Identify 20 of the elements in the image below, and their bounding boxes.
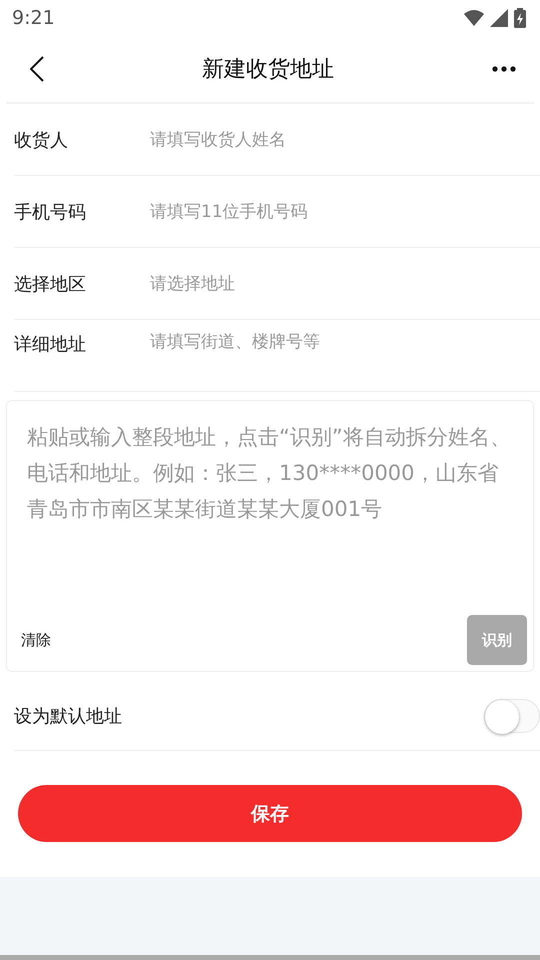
clear-button[interactable]: 清除	[21, 630, 51, 650]
input-field[interactable]: 请选择地址	[150, 274, 540, 294]
input-field[interactable]: 请填写街道、楼牌号等	[150, 332, 540, 352]
field-label: 选择地区	[14, 272, 87, 296]
more-icon	[492, 66, 516, 72]
signal-icon	[490, 9, 508, 27]
status-time: 9:21	[12, 7, 55, 29]
address-paste-field[interactable]: 粘贴或输入整段地址，点击“识别”将自动拆分姓名、电话和地址。例如：张三，130****0000，山东省青岛市市南区某某街道某某大厦001号 清除 识别	[6, 400, 534, 672]
input-field[interactable]: 请填写收货人姓名	[150, 130, 540, 150]
page-title: 新建收货地址	[202, 56, 334, 84]
field-label: 手机号码	[14, 200, 87, 224]
save-button[interactable]: 保存	[18, 785, 522, 842]
back-icon	[30, 56, 44, 82]
input-field[interactable]: 请填写11位手机号码	[150, 202, 540, 222]
toggle-switch[interactable]	[484, 699, 540, 733]
wifi-icon	[464, 10, 484, 26]
default-address-label: 设为默认地址	[14, 705, 122, 728]
field-label: 详细地址	[14, 333, 87, 356]
battery-icon	[514, 8, 526, 28]
field-label: 收货人	[14, 128, 69, 152]
